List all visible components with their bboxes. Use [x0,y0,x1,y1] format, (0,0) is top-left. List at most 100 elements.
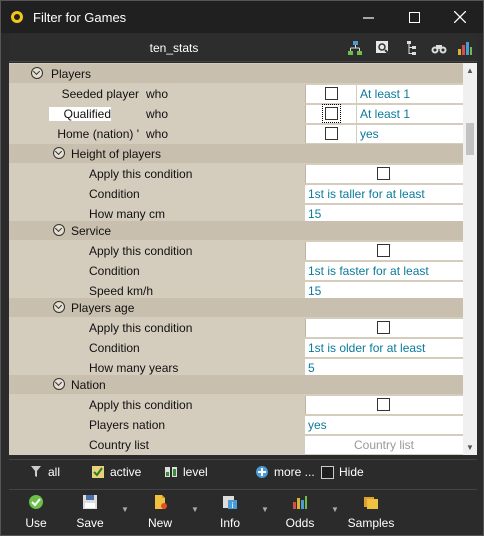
new-label: New [147,516,172,530]
age-apply-checkbox[interactable] [377,321,390,334]
filter-active-label: active [110,465,142,479]
category-service[interactable]: Service [9,221,463,240]
scroll-thumb[interactable] [466,123,474,155]
property-grid: Players Seeded player who At least 1 Qua… [9,63,477,455]
row-label: Apply this condition [89,321,193,335]
use-label: Use [25,516,47,530]
row-label: Country list [89,438,150,452]
row-service-apply: Apply this condition [9,241,463,260]
row-age-condition: Condition 1st is older for at least [9,338,463,357]
qualified-value[interactable]: At least 1 [357,105,463,123]
height-condition-value[interactable]: 1st is taller for at least [305,185,463,203]
filter-strip: all active level more ... Hide [9,459,477,485]
country-list-field[interactable]: Country list [305,436,463,454]
filter-more-button[interactable]: more ... [255,465,315,479]
info-icon: i [223,496,237,510]
row-qualified: Qualified who At least 1 [9,104,463,123]
row-nation-apply: Apply this condition [9,395,463,414]
row-label: Condition [89,264,140,278]
database-name: ten_stats [149,41,199,55]
minimize-icon [362,16,374,19]
home-nation-value[interactable]: yes [357,125,463,143]
more-icon [256,466,268,478]
use-button[interactable]: Use [11,494,61,530]
hide-toggle[interactable]: Hide [321,465,364,479]
close-button[interactable] [437,1,483,33]
save-dropdown-icon[interactable]: ▼ [121,505,129,514]
action-bar: Use Save ▼ New ▼ i Info ▼ Odds ▼ Samples [9,489,477,531]
svg-text:i: i [231,501,233,510]
checklist-icon [92,466,104,478]
row-label: Condition [89,341,140,355]
grid-header: ten_stats [9,34,477,62]
samples-folder-icon [364,497,378,509]
collapse-icon[interactable] [31,67,43,79]
height-apply-checkbox[interactable] [377,167,390,180]
window-title: Filter for Games [33,9,127,25]
service-condition-value[interactable]: 1st is faster for at least [305,262,463,280]
row-label: Players nation [89,418,166,432]
info-label: Info [219,516,240,530]
nation-apply-checkbox[interactable] [377,398,390,411]
seeded-player-value[interactable]: At least 1 [357,85,463,103]
row-service-condition: Condition 1st is faster for at least [9,261,463,280]
info-button[interactable]: i Info [205,494,255,530]
minimize-button[interactable] [345,1,391,33]
seeded-player-checkbox[interactable] [325,87,338,100]
row-height-apply: Apply this condition [9,164,463,183]
bar-chart-icon[interactable] [457,40,473,56]
filter-window: Filter for Games ten_stats Players Seede… [0,0,484,536]
odds-button[interactable]: Odds [275,494,325,530]
settings-search-icon[interactable] [375,40,391,56]
category-players[interactable]: Players [9,64,463,83]
hide-checkbox[interactable] [321,465,334,479]
level-icon [165,467,177,477]
row-who: who [146,107,169,121]
save-icon [83,495,97,509]
filter-all-button[interactable]: all [29,465,60,479]
collapse-icon[interactable] [53,301,65,313]
info-dropdown-icon[interactable]: ▼ [261,505,269,514]
row-who: who [146,127,169,141]
odds-chart-icon [293,496,307,509]
row-who: who [146,87,169,101]
maximize-icon [408,11,420,23]
scroll-down-icon[interactable]: ▼ [466,443,474,452]
vertical-scrollbar[interactable]: ▲ ▼ [463,63,477,455]
filter-level-button[interactable]: level [164,465,208,479]
samples-button[interactable]: Samples [343,494,399,530]
filter-more-label: more ... [274,465,315,479]
collapse-icon[interactable] [53,224,65,236]
row-label: Apply this condition [89,244,193,258]
row-label: Qualified [49,107,111,121]
players-nation-value[interactable]: yes [305,416,463,434]
scroll-up-icon[interactable]: ▲ [466,66,474,75]
row-height-condition: Condition 1st is taller for at least [9,184,463,203]
service-apply-checkbox[interactable] [377,244,390,257]
hierarchy-icon[interactable] [347,40,363,56]
row-age-apply: Apply this condition [9,318,463,337]
qualified-checkbox[interactable] [322,104,341,123]
filter-level-label: level [183,465,208,479]
row-label: Seeded player [61,87,139,101]
row-label: How many cm [89,207,166,221]
app-logo-icon [9,9,25,25]
row-home-nation: Home (nation) ' who yes [9,124,463,143]
new-dropdown-icon[interactable]: ▼ [191,505,199,514]
save-button[interactable]: Save [65,494,115,530]
binoculars-icon[interactable] [431,40,447,56]
category-players-age[interactable]: Players age [9,298,463,317]
category-nation[interactable]: Nation [9,375,463,394]
category-label: Service [71,224,112,238]
collapse-icon[interactable] [53,378,65,390]
odds-dropdown-icon[interactable]: ▼ [331,505,339,514]
filter-active-button[interactable]: active [91,465,141,479]
home-nation-checkbox[interactable] [325,127,338,140]
maximize-button[interactable] [391,1,437,33]
row-players-nation: Players nation yes [9,415,463,434]
age-condition-value[interactable]: 1st is older for at least [305,339,463,357]
new-button[interactable]: New [135,494,185,530]
collapse-icon[interactable] [53,147,65,159]
tree-icon[interactable] [405,40,421,56]
category-height[interactable]: Height of players [9,144,463,163]
